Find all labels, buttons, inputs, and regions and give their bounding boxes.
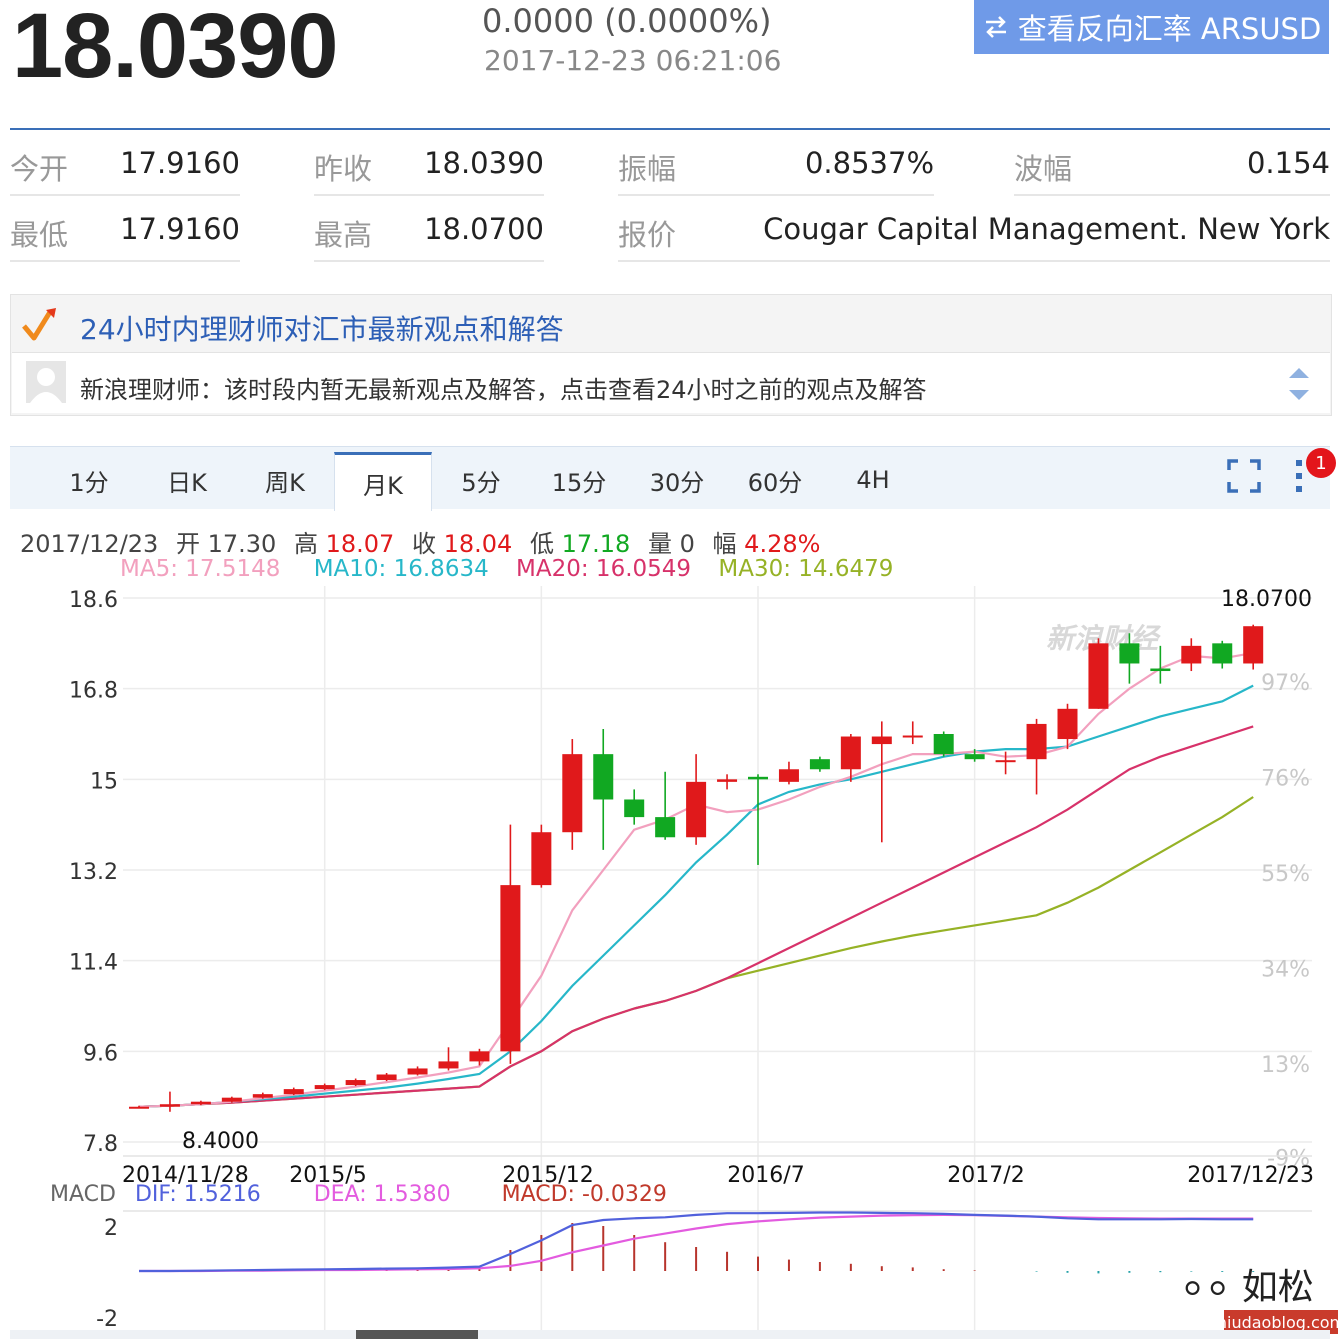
candle-body [500, 885, 521, 1052]
candle-body [748, 776, 768, 780]
candle-body [1150, 668, 1171, 672]
macd-legend: MACD DIF: 1.5216 DEA: 1.5380 MACD: -0.03… [50, 1182, 667, 1207]
candle-body [1026, 723, 1047, 760]
candle-body [995, 760, 1016, 763]
y-tick-label: 16.8 [69, 679, 118, 704]
candle-body [1243, 626, 1264, 664]
candle-body [221, 1097, 242, 1102]
dea-legend: DEA: 1.5380 [313, 1182, 451, 1207]
pct-tick-label: 13% [1261, 1053, 1310, 1078]
x-tick-label: 2017/2 [947, 1163, 1024, 1188]
candle-body [531, 832, 552, 886]
watermark-name: 如松 [1241, 1267, 1314, 1308]
candle-body [933, 734, 954, 755]
y-tick-label: 13.2 [69, 860, 118, 885]
max-price-label: 18.0700 [1221, 587, 1312, 612]
candle-body [1119, 643, 1140, 664]
candle-body [407, 1068, 428, 1075]
candle-body [190, 1101, 211, 1105]
candle-body [655, 817, 676, 838]
macd-y-tick-label: 2 [104, 1216, 118, 1241]
pct-tick-label: 55% [1261, 862, 1310, 887]
candle-body [469, 1051, 490, 1062]
candle-body [624, 799, 645, 818]
y-tick-label: 9.6 [83, 1041, 118, 1066]
wechat-icon: ⚪⚪ [1180, 1272, 1231, 1307]
pct-tick-label: 97% [1261, 671, 1310, 696]
candle-body [283, 1089, 304, 1095]
candle-body [840, 736, 861, 770]
corner-watermark: ⚪⚪ 如松 [1180, 1258, 1314, 1310]
candle-body [345, 1080, 366, 1086]
macd-value-legend: MACD: -0.0329 [501, 1182, 667, 1207]
candle-body [438, 1061, 459, 1069]
candle-body [809, 759, 830, 770]
y-tick-label: 15 [90, 769, 118, 794]
y-tick-label: 7.8 [83, 1132, 118, 1157]
candle-body [1181, 645, 1202, 664]
candle-body [129, 1106, 149, 1109]
ma10-line [138, 684, 1254, 1108]
candle-body [376, 1074, 397, 1081]
macd-title: MACD [50, 1182, 116, 1207]
candle-body [252, 1094, 273, 1098]
macd-y-tick-label: -2 [96, 1307, 118, 1332]
y-tick-label: 18.6 [69, 588, 118, 613]
pct-tick-label: 34% [1261, 958, 1310, 983]
candle-body [159, 1104, 180, 1107]
dif-legend: DIF: 1.5216 [134, 1182, 261, 1207]
candle-body [314, 1085, 335, 1090]
candle-body [902, 735, 923, 738]
candle-body [593, 754, 614, 800]
candle-body [1057, 708, 1078, 740]
candle-body [717, 779, 738, 782]
candle-body [1088, 643, 1109, 709]
pct-tick-label: 76% [1261, 767, 1310, 792]
x-tick-label: 2016/7 [727, 1163, 804, 1188]
kline-chart[interactable]: 18.6 16.8 15 13.2 11.4 9.6 7.8 97% 76% 55% 34% 13% -… [0, 0, 1342, 1339]
min-price-label: 8.4000 [182, 1129, 259, 1154]
candle-body [686, 781, 707, 838]
candle-body [562, 754, 583, 833]
candle-body [964, 754, 985, 760]
candle-body [871, 736, 892, 745]
ma5-line [138, 651, 1254, 1108]
candle-body [778, 769, 799, 782]
x-tick-label: 2017/12/23 [1187, 1163, 1314, 1188]
candle-body [1212, 643, 1233, 664]
y-tick-label: 11.4 [69, 951, 118, 976]
chart-range-slider[interactable] [10, 1330, 1330, 1339]
range-slider-handle[interactable] [356, 1330, 478, 1339]
